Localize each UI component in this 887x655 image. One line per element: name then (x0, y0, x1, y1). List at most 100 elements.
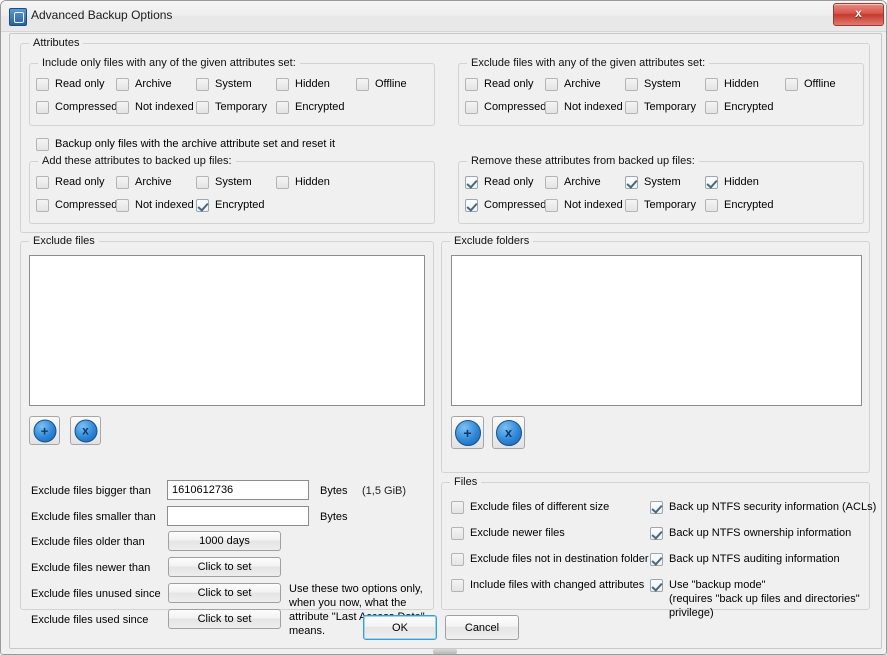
exclude-hidden-checkbox[interactable]: Hidden (705, 77, 759, 91)
remove-attributes-group: Remove these attributes from backed up f… (458, 155, 864, 224)
exclude-smaller-than-input[interactable] (167, 506, 309, 526)
checkbox-box (545, 78, 558, 91)
exclude-folders-listbox[interactable] (451, 255, 862, 406)
exclude-folders-group: Exclude folders + x (441, 235, 870, 473)
checkbox-box (276, 78, 289, 91)
backup-ntfs-security-checkbox[interactable]: Back up NTFS security information (ACLs) (650, 500, 876, 514)
remove-archive-checkbox[interactable]: Archive (545, 175, 601, 189)
exclude-not-indexed-checkbox[interactable]: Not indexed (545, 100, 623, 114)
checkbox-box (705, 101, 718, 114)
checkbox-box (465, 101, 478, 114)
add-archive-checkbox[interactable]: Archive (116, 175, 172, 189)
add-hidden-checkbox[interactable]: Hidden (276, 175, 330, 189)
add-attributes-legend: Add these attributes to backed up files: (38, 155, 236, 167)
add-not-indexed-checkbox[interactable]: Not indexed (116, 198, 194, 212)
checkbox-box (705, 176, 718, 189)
exclude-unused-since-button[interactable]: Click to set (168, 583, 281, 603)
remove-compressed-checkbox[interactable]: Compressed (465, 198, 546, 212)
checkbox-box (650, 579, 663, 592)
backup-mode-note: (requires "back up files and directories… (669, 593, 860, 619)
include-read-only-checkbox[interactable]: Read only (36, 77, 105, 91)
exclude-offline-checkbox[interactable]: Offline (785, 77, 836, 91)
checkbox-box (276, 176, 289, 189)
close-button[interactable]: x (833, 3, 884, 26)
include-compressed-checkbox[interactable]: Compressed (36, 100, 117, 114)
exclude-compressed-checkbox[interactable]: Compressed (465, 100, 546, 114)
exclude-files-legend: Exclude files (29, 235, 99, 247)
exclude-folders-remove-button[interactable]: x (492, 416, 525, 449)
exclude-smaller-than-label: Exclude files smaller than (31, 511, 156, 523)
add-read-only-checkbox[interactable]: Read only (36, 175, 105, 189)
include-temporary-checkbox[interactable]: Temporary (196, 100, 267, 114)
checkbox-box (785, 78, 798, 91)
exclude-attributes-legend: Exclude files with any of the given attr… (467, 57, 710, 69)
attributes-group-legend: Attributes (29, 37, 84, 49)
checkbox-box (276, 101, 289, 114)
exclude-read-only-checkbox[interactable]: Read only (465, 77, 534, 91)
checkbox-box (36, 138, 49, 151)
add-system-checkbox[interactable]: System (196, 175, 252, 189)
checkbox-box (116, 176, 129, 189)
checkbox-box (36, 78, 49, 91)
exclude-used-since-button[interactable]: Click to set (168, 609, 281, 629)
exclude-newer-than-button[interactable]: Click to set (168, 557, 281, 577)
exclude-bigger-than-unit: Bytes (320, 485, 348, 497)
remove-encrypted-checkbox[interactable]: Encrypted (705, 198, 774, 212)
cancel-button[interactable]: Cancel (445, 615, 519, 640)
exclude-folders-legend: Exclude folders (450, 235, 534, 247)
exclude-older-than-button[interactable]: 1000 days (168, 531, 281, 551)
use-backup-mode-checkbox[interactable]: Use "backup mode" (650, 578, 765, 592)
include-not-indexed-checkbox[interactable]: Not indexed (116, 100, 194, 114)
exclude-encrypted-checkbox[interactable]: Encrypted (705, 100, 774, 114)
exclude-different-size-checkbox[interactable]: Exclude files of different size (451, 500, 609, 514)
backup-ntfs-auditing-checkbox[interactable]: Back up NTFS auditing information (650, 552, 840, 566)
include-archive-checkbox[interactable]: Archive (116, 77, 172, 91)
ok-button[interactable]: OK (363, 615, 437, 640)
backup-ntfs-ownership-checkbox[interactable]: Back up NTFS ownership information (650, 526, 851, 540)
exclude-system-checkbox[interactable]: System (625, 77, 681, 91)
remove-not-indexed-checkbox[interactable]: Not indexed (545, 198, 623, 212)
checkbox-box (625, 199, 638, 212)
checkbox-box (650, 553, 663, 566)
exclude-folders-add-button[interactable]: + (451, 416, 484, 449)
exclude-files-add-button[interactable]: + (29, 416, 60, 445)
checkbox-box (545, 176, 558, 189)
add-compressed-checkbox[interactable]: Compressed (36, 198, 117, 212)
checkbox-box (545, 101, 558, 114)
backup-app-icon (9, 8, 27, 26)
include-encrypted-checkbox[interactable]: Encrypted (276, 100, 345, 114)
dialog-client-area: Attributes Include only files with any o… (9, 33, 882, 649)
include-offline-checkbox[interactable]: Offline (356, 77, 407, 91)
checkbox-box (196, 199, 209, 212)
exclude-bigger-than-hint: (1,5 GiB) (362, 485, 407, 497)
exclude-bigger-than-label: Exclude files bigger than (31, 485, 151, 497)
close-icon: x (855, 6, 862, 20)
resize-grip[interactable] (433, 649, 457, 654)
include-hidden-checkbox[interactable]: Hidden (276, 77, 330, 91)
checkbox-box (465, 176, 478, 189)
exclude-older-than-label: Exclude files older than (31, 536, 145, 548)
checkbox-box (650, 501, 663, 514)
exclude-archive-checkbox[interactable]: Archive (545, 77, 601, 91)
checkbox-box (625, 101, 638, 114)
remove-hidden-checkbox[interactable]: Hidden (705, 175, 759, 189)
backup-archive-attribute-only-checkbox[interactable]: Backup only files with the archive attri… (36, 137, 335, 151)
remove-system-checkbox[interactable]: System (625, 175, 681, 189)
exclude-temporary-checkbox[interactable]: Temporary (625, 100, 696, 114)
checkbox-box (625, 176, 638, 189)
exclude-files-remove-button[interactable]: x (70, 416, 101, 445)
add-encrypted-checkbox[interactable]: Encrypted (196, 198, 265, 212)
checkbox-box (650, 527, 663, 540)
exclude-files-listbox[interactable] (29, 255, 425, 406)
include-attributes-legend: Include only files with any of the given… (38, 57, 300, 69)
exclude-newer-files-checkbox[interactable]: Exclude newer files (451, 526, 565, 540)
remove-temporary-checkbox[interactable]: Temporary (625, 198, 696, 212)
exclude-bigger-than-input[interactable] (167, 480, 309, 500)
exclude-not-in-destination-checkbox[interactable]: Exclude files not in destination folder (451, 552, 649, 566)
plus-icon: + (454, 419, 481, 446)
include-changed-attributes-checkbox[interactable]: Include files with changed attributes (451, 578, 644, 592)
plus-icon: + (33, 419, 56, 442)
remove-read-only-checkbox[interactable]: Read only (465, 175, 534, 189)
checkbox-box (451, 553, 464, 566)
include-system-checkbox[interactable]: System (196, 77, 252, 91)
